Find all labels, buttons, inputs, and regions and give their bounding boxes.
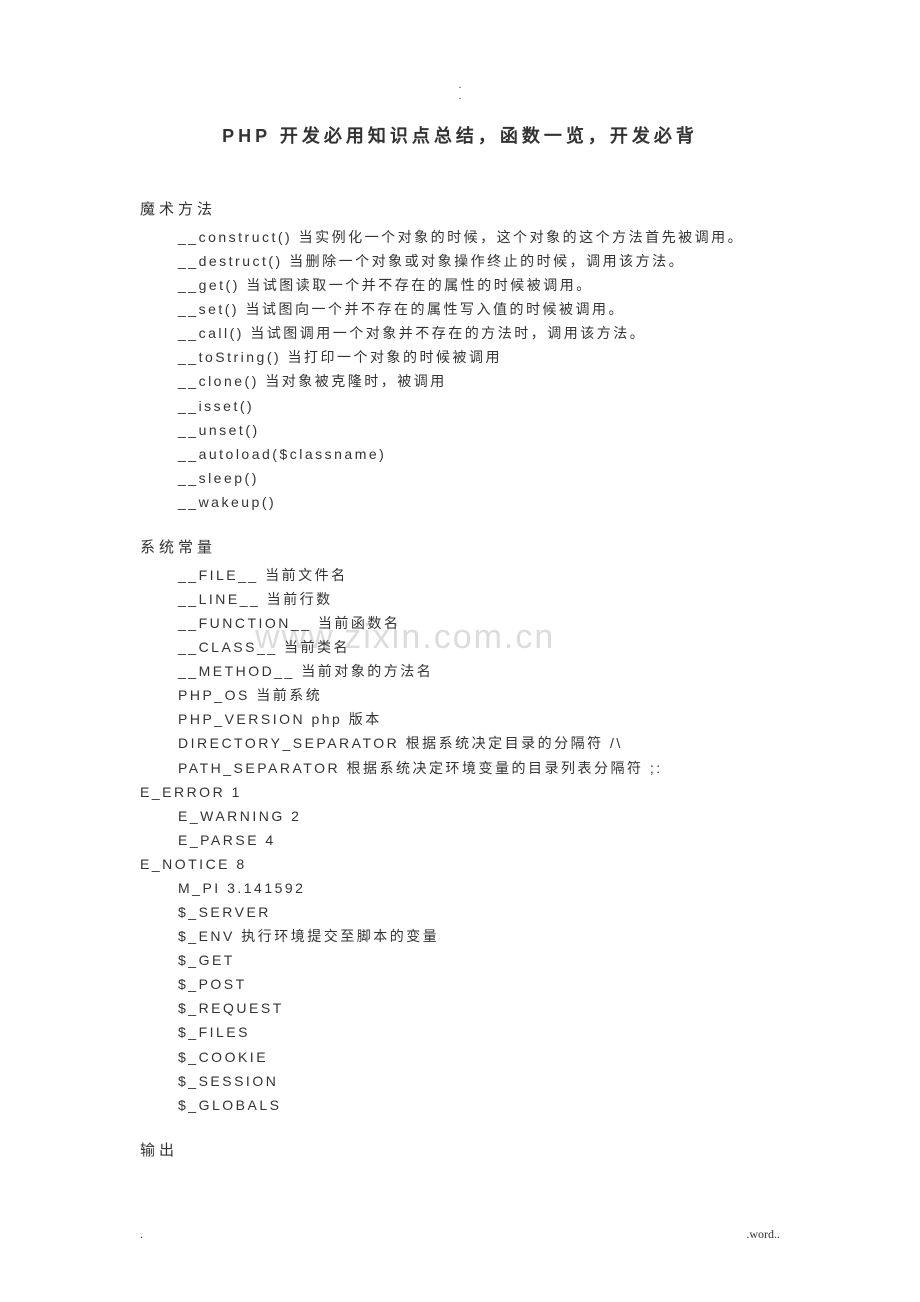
const-line: $_POST [140,972,780,996]
const-line: __LINE__ 当前行数 [140,587,780,611]
const-line-enotice: E_NOTICE 8 [140,852,780,876]
const-line: $_COOKIE [140,1045,780,1069]
magic-line: __unset() [140,418,780,442]
magic-line: __get() 当试图读取一个并不存在的属性的时候被调用。 [140,273,780,297]
const-line: $_REQUEST [140,996,780,1020]
footer-right-text: .word.. [746,1227,780,1242]
document-title: PHP 开发必用知识点总结，函数一览，开发必背 [140,122,780,148]
const-line-eerror: E_ERROR 1 [140,780,780,804]
magic-line: __sleep() [140,466,780,490]
magic-line: __isset() [140,394,780,418]
const-line: PHP_OS 当前系统 [140,683,780,707]
const-line: $_FILES [140,1020,780,1044]
const-line: M_PI 3.141592 [140,876,780,900]
const-line: $_ENV 执行环境提交至脚本的变量 [140,924,780,948]
top-dot-2: . [140,91,780,102]
const-line: PHP_VERSION php 版本 [140,707,780,731]
const-line: $_SERVER [140,900,780,924]
const-line: E_PARSE 4 [140,828,780,852]
page-content: . . PHP 开发必用知识点总结，函数一览，开发必背 魔术方法 __const… [0,0,920,1206]
magic-line: __set() 当试图向一个并不存在的属性写入值的时候被调用。 [140,297,780,321]
magic-line: __clone() 当对象被克隆时，被调用 [140,369,780,393]
magic-line: __construct() 当实例化一个对象的时候，这个对象的这个方法首先被调用… [140,225,780,249]
magic-line: __call() 当试图调用一个对象并不存在的方法时，调用该方法。 [140,321,780,345]
const-line: $_SESSION [140,1069,780,1093]
const-line: __CLASS__ 当前类名 [140,635,780,659]
const-line: $_GLOBALS [140,1093,780,1117]
magic-line: __wakeup() [140,490,780,514]
const-line: E_WARNING 2 [140,804,780,828]
top-marker: . . [140,80,780,102]
magic-line: __autoload($classname) [140,442,780,466]
page-footer: . .word.. [140,1227,780,1242]
const-line: __METHOD__ 当前对象的方法名 [140,659,780,683]
const-line: DIRECTORY_SEPARATOR 根据系统决定目录的分隔符 /\ [140,731,780,755]
top-dot-1: . [140,80,780,91]
const-line: __FUNCTION__ 当前函数名 [140,611,780,635]
footer-left-dot: . [140,1227,143,1242]
const-line: __FILE__ 当前文件名 [140,563,780,587]
section-heading-magic: 魔术方法 [140,198,780,219]
section-heading-constants: 系统常量 [140,536,780,557]
magic-line: __toString() 当打印一个对象的时候被调用 [140,345,780,369]
section-heading-output: 输出 [140,1139,780,1160]
magic-line: __destruct() 当删除一个对象或对象操作终止的时候，调用该方法。 [140,249,780,273]
const-line: $_GET [140,948,780,972]
const-line: PATH_SEPARATOR 根据系统决定环境变量的目录列表分隔符 ;: [140,756,780,780]
